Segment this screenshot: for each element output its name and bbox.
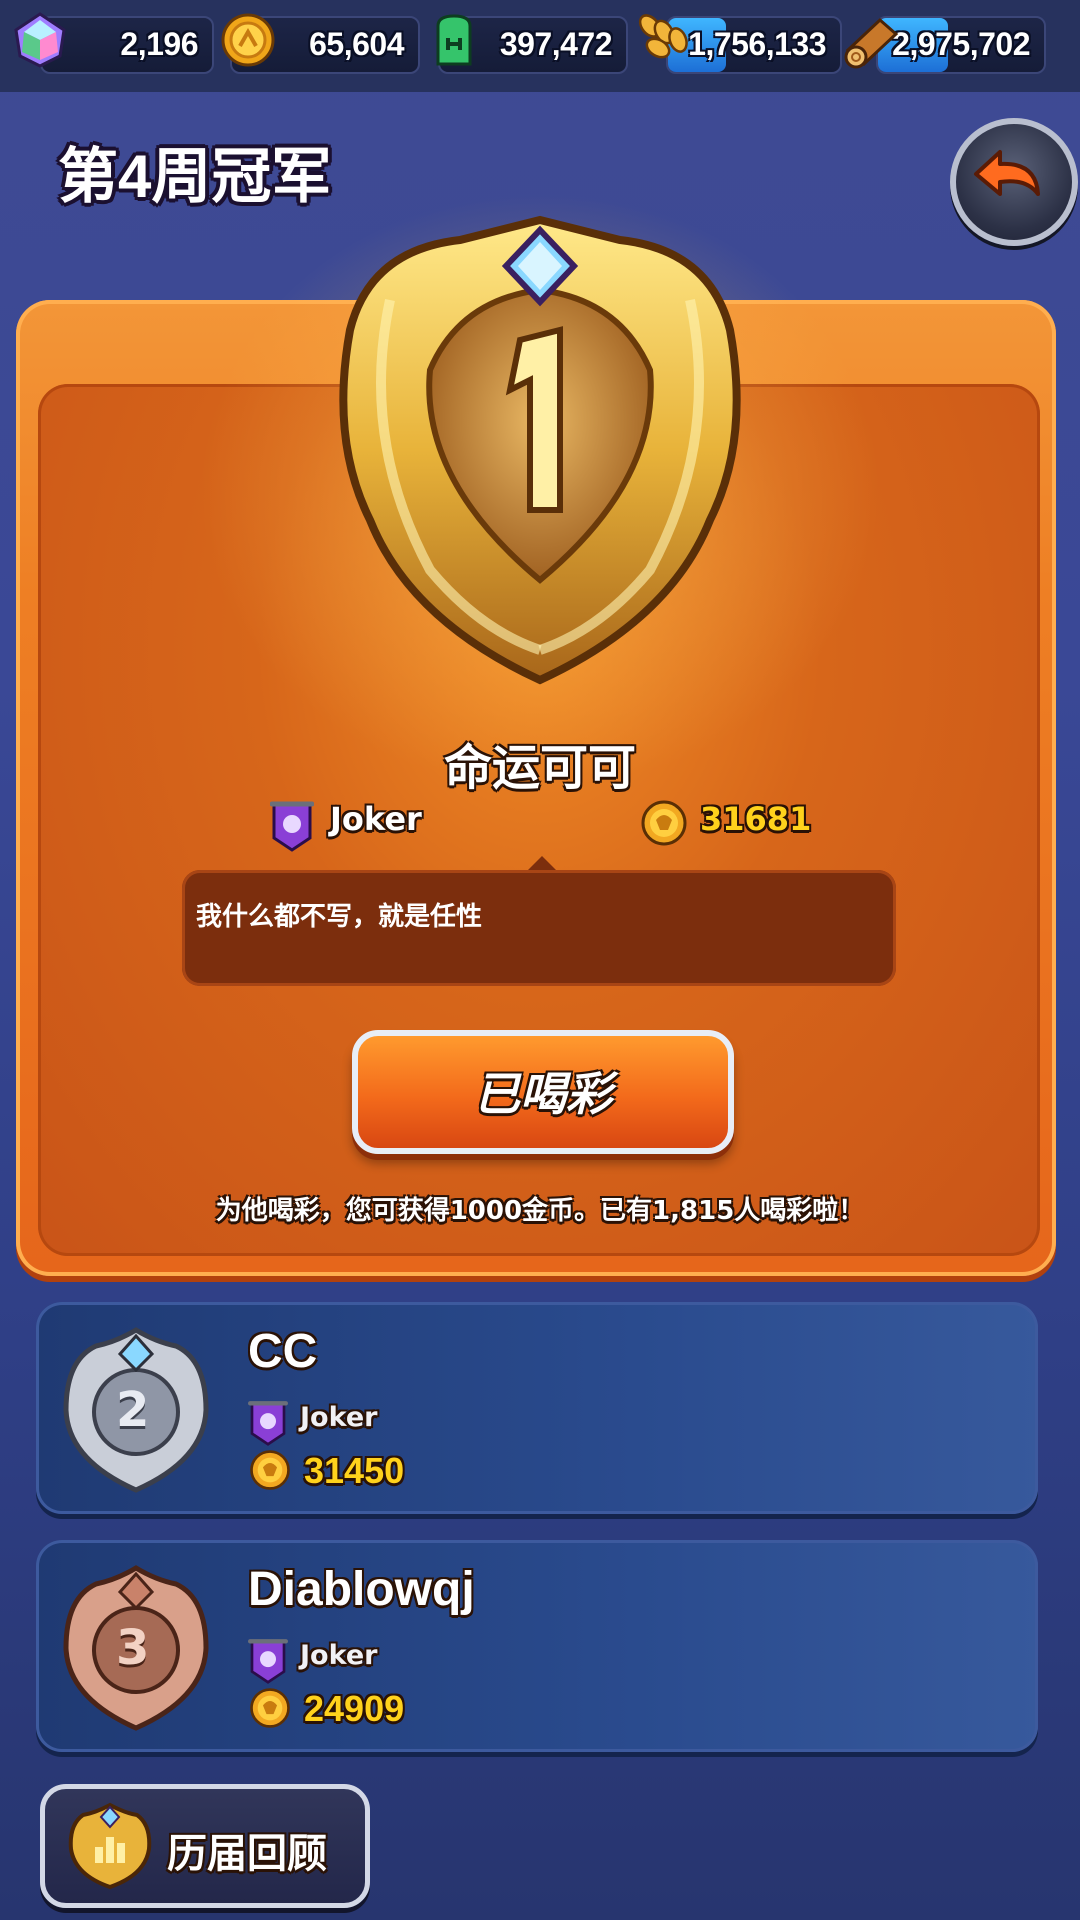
player-name: CC — [248, 1325, 318, 1378]
trophy-coin-icon — [250, 1450, 290, 1490]
back-button[interactable] — [950, 118, 1078, 246]
rank-number: 2 — [116, 1382, 150, 1438]
coin-count: 65,604 — [309, 26, 404, 62]
trophy-coin-icon — [250, 1688, 290, 1728]
player-guild: Joker — [300, 1640, 378, 1671]
player-name: Diablowqj — [248, 1563, 475, 1616]
green-tome-icon — [436, 14, 472, 66]
guild-banner-icon — [248, 1639, 288, 1684]
trophy-coin-icon — [641, 800, 687, 846]
wood-count: 2,975,702 — [892, 26, 1030, 62]
champion-message-bubble: 我什么都不写，就是任性 — [182, 856, 896, 986]
rank-card-3[interactable]: 3 Diablowqj Joker 24909 — [36, 1540, 1038, 1752]
wood-log-icon — [844, 17, 899, 69]
champion-name: 命运可可 — [443, 740, 636, 796]
wheat-icon — [638, 14, 688, 59]
cheer-button[interactable]: 已喝彩 — [352, 1030, 734, 1154]
champion-message: 我什么都不写，就是任性 — [196, 902, 483, 932]
coin-icon — [221, 13, 275, 67]
gold-medal-icon — [339, 215, 741, 685]
crystal-icon — [14, 12, 66, 68]
history-button[interactable]: 历届回顾 — [40, 1784, 370, 1908]
player-score: 24909 — [304, 1688, 405, 1729]
crystal-count: 2,196 — [120, 26, 198, 62]
tome-count: 397,472 — [499, 26, 613, 62]
wheat-count: 1,756,133 — [688, 26, 826, 62]
guild-banner-icon — [270, 801, 314, 852]
rank-card-2[interactable]: 2 CC Joker 31450 — [36, 1302, 1038, 1514]
guild-banner-icon — [248, 1401, 288, 1446]
rank-number: 3 — [116, 1620, 150, 1676]
cheer-button-label: 已喝彩 — [474, 1067, 612, 1121]
player-score: 31450 — [304, 1450, 405, 1491]
champion-guild: Joker — [330, 800, 422, 838]
back-arrow-icon — [974, 150, 1040, 196]
history-button-label: 历届回顾 — [167, 1831, 327, 1877]
history-medal-icon — [68, 1802, 152, 1889]
champion-score: 31681 — [700, 800, 812, 838]
cheer-note: 为他喝彩，您可获得1000金币。已有1,815人喝彩啦！ — [215, 1196, 865, 1226]
player-guild: Joker — [300, 1402, 378, 1433]
